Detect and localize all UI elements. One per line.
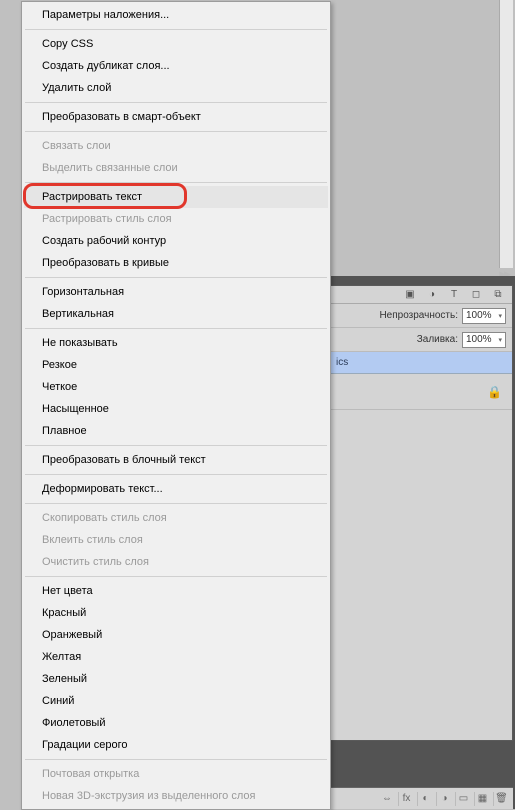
- fill-row: Заливка: 100% ▾: [330, 328, 512, 352]
- menu-item[interactable]: Преобразовать в блочный текст: [24, 449, 328, 471]
- mask-icon[interactable]: ◐: [417, 792, 433, 806]
- layer-context-menu: Параметры наложения... Copy CSSСоздать ду…: [21, 1, 331, 810]
- menu-item[interactable]: Деформировать текст...: [24, 478, 328, 500]
- menu-item[interactable]: Параметры наложения...: [24, 4, 328, 26]
- menu-item[interactable]: Преобразовать в кривые: [24, 252, 328, 274]
- opacity-input[interactable]: 100% ▾: [462, 308, 506, 324]
- menu-item: Связать слои: [24, 135, 328, 157]
- menu-item[interactable]: Зеленый: [24, 668, 328, 690]
- menu-item[interactable]: Вертикальная: [24, 303, 328, 325]
- shape-icon[interactable]: ◻: [470, 289, 482, 301]
- menu-item[interactable]: Преобразовать в смарт-объект: [24, 106, 328, 128]
- menu-separator: [25, 182, 327, 183]
- menu-item[interactable]: Красный: [24, 602, 328, 624]
- lock-icon: 🔒: [487, 385, 502, 399]
- menu-separator: [25, 328, 327, 329]
- menu-item[interactable]: Насыщенное: [24, 398, 328, 420]
- fill-value: 100%: [466, 334, 492, 345]
- menu-item[interactable]: Удалить слой: [24, 77, 328, 99]
- chevron-down-icon[interactable]: ▾: [498, 312, 502, 320]
- menu-item: Новая 3D-экструзия из выделенного слоя: [24, 785, 328, 807]
- menu-separator: [25, 759, 327, 760]
- fx-icon[interactable]: fx: [398, 792, 414, 806]
- menu-item: Растрировать стиль слоя: [24, 208, 328, 230]
- menu-item[interactable]: Синий: [24, 690, 328, 712]
- menu-separator: [25, 503, 327, 504]
- document-canvas-area: [331, 0, 513, 276]
- menu-separator: [25, 277, 327, 278]
- menu-item[interactable]: Градации серого: [24, 734, 328, 756]
- layer-row-background[interactable]: 🔒: [330, 374, 512, 410]
- adjustment-layer-icon[interactable]: ◑: [436, 792, 452, 806]
- menu-item[interactable]: Оранжевый: [24, 624, 328, 646]
- menu-item[interactable]: Фиолетовый: [24, 712, 328, 734]
- panel-tab-icons: ▣ ◑ T ◻ ⧉: [330, 286, 512, 304]
- menu-item[interactable]: Нет цвета: [24, 580, 328, 602]
- menu-separator: [25, 445, 327, 446]
- text-icon[interactable]: T: [448, 289, 460, 301]
- menu-item: Выделить связанные слои: [24, 157, 328, 179]
- opacity-row: Непрозрачность: 100% ▾: [330, 304, 512, 328]
- new-layer-icon[interactable]: ▦: [474, 792, 490, 806]
- vertical-scrollbar[interactable]: [499, 0, 513, 268]
- layers-empty-area: [330, 410, 512, 740]
- menu-item[interactable]: Создать дубликат слоя...: [24, 55, 328, 77]
- image-icon[interactable]: ▣: [404, 289, 416, 301]
- menu-item: Скопировать стиль слоя: [24, 507, 328, 529]
- menu-item: Почтовая открытка: [24, 763, 328, 785]
- menu-item: Вклеить стиль слоя: [24, 529, 328, 551]
- menu-item[interactable]: Не показывать: [24, 332, 328, 354]
- fill-input[interactable]: 100% ▾: [462, 332, 506, 348]
- menu-item[interactable]: Резкое: [24, 354, 328, 376]
- menu-item[interactable]: Четкое: [24, 376, 328, 398]
- menu-separator: [25, 474, 327, 475]
- menu-item: Очистить стиль слоя: [24, 551, 328, 573]
- menu-separator: [25, 131, 327, 132]
- menu-separator: [25, 102, 327, 103]
- chevron-down-icon[interactable]: ▾: [498, 336, 502, 344]
- menu-item[interactable]: Желтая: [24, 646, 328, 668]
- layer-name: ics: [336, 357, 348, 368]
- trash-icon[interactable]: 🗑: [493, 792, 509, 806]
- fill-label: Заливка:: [417, 334, 458, 345]
- menu-item[interactable]: Плавное: [24, 420, 328, 442]
- adjustment-icon[interactable]: ◑: [426, 289, 438, 301]
- smart-icon[interactable]: ⧉: [492, 289, 504, 301]
- layers-panel: ▣ ◑ T ◻ ⧉ Непрозрачность: 100% ▾ Заливка…: [329, 285, 513, 741]
- opacity-label: Непрозрачность:: [379, 310, 458, 321]
- opacity-value: 100%: [466, 310, 492, 321]
- menu-separator: [25, 29, 327, 30]
- layer-row-selected[interactable]: ics: [330, 352, 512, 374]
- menu-item[interactable]: Растрировать текст: [24, 186, 328, 208]
- menu-item[interactable]: Copy CSS: [24, 33, 328, 55]
- menu-separator: [25, 576, 327, 577]
- layers-panel-footer: ⇔ fx ◐ ◑ ▭ ▦ 🗑: [329, 787, 513, 809]
- menu-item[interactable]: Горизонтальная: [24, 281, 328, 303]
- link-layers-icon[interactable]: ⇔: [379, 792, 395, 806]
- folder-icon[interactable]: ▭: [455, 792, 471, 806]
- menu-item[interactable]: Создать рабочий контур: [24, 230, 328, 252]
